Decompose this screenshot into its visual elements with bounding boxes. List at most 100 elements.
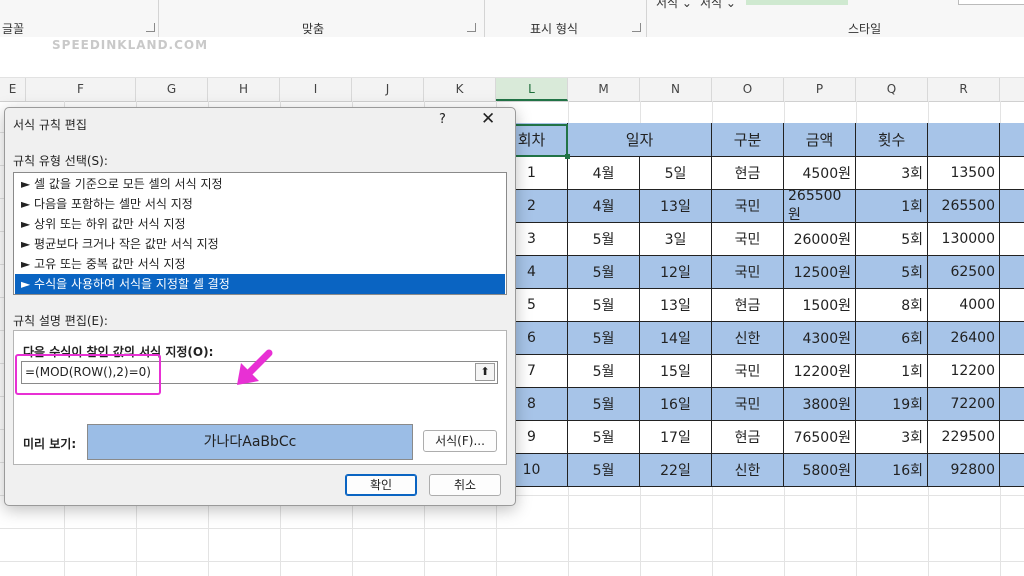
col-header-E[interactable]: E (0, 78, 26, 101)
table-cell[interactable]: 신한 (712, 454, 784, 487)
table-cell[interactable]: 5일 (640, 157, 712, 190)
table-cell[interactable]: 3일 (640, 223, 712, 256)
table-cell[interactable]: 1회 (856, 190, 928, 223)
col-header-Q[interactable]: Q (856, 78, 928, 101)
table-cell[interactable]: 13일 (640, 190, 712, 223)
table-cell[interactable]: 26400 (928, 322, 1000, 355)
table-cell[interactable]: 12일 (640, 256, 712, 289)
col-header-G[interactable]: G (136, 78, 208, 101)
table-cell[interactable]: 5월 (568, 454, 640, 487)
table-cell[interactable] (1000, 322, 1024, 355)
table-cell[interactable]: 5월 (568, 322, 640, 355)
rule-type-item[interactable]: ► 고유 또는 중복 값만 서식 지정 (15, 254, 505, 274)
table-cell[interactable]: 265500원 (784, 188, 856, 223)
table-cell[interactable] (1000, 454, 1024, 487)
table-cell[interactable]: 17일 (640, 421, 712, 454)
table-cell[interactable]: 5800원 (784, 454, 856, 487)
table-cell[interactable]: 3800원 (784, 388, 856, 421)
table-cell[interactable] (1000, 190, 1024, 223)
col-header-N[interactable]: N (640, 78, 712, 101)
collapse-dialog-icon[interactable]: ⬆ (475, 363, 495, 381)
rule-type-item[interactable]: ► 셀 값을 기준으로 모든 셀의 서식 지정 (15, 174, 505, 194)
table-cell[interactable]: 5월 (568, 256, 640, 289)
col-header-R[interactable]: R (928, 78, 1000, 101)
table-cell[interactable]: 국민 (712, 256, 784, 289)
table-cell[interactable]: 4300원 (784, 322, 856, 355)
close-icon[interactable]: ✕ (481, 109, 495, 129)
format-button[interactable]: 서식(F)... (423, 430, 497, 452)
table-cell[interactable]: 국민 (712, 388, 784, 421)
col-header-F[interactable]: F (26, 78, 136, 101)
table-cell[interactable]: 5월 (568, 289, 640, 322)
header-cell-total[interactable] (928, 123, 1000, 157)
table-cell[interactable]: 76500원 (784, 421, 856, 454)
table-cell[interactable]: 4000 (928, 289, 1000, 322)
table-cell[interactable]: 국민 (712, 355, 784, 388)
table-cell[interactable] (1000, 421, 1024, 454)
table-cell[interactable]: 19회 (856, 388, 928, 421)
table-cell[interactable]: 16회 (856, 454, 928, 487)
header-cell-amount[interactable]: 금액 (784, 123, 856, 157)
table-cell[interactable]: 22일 (640, 454, 712, 487)
table-cell[interactable]: 26000원 (784, 223, 856, 256)
rule-type-list[interactable]: ► 셀 값을 기준으로 모든 셀의 서식 지정 ► 다음을 포함하는 셀만 서식… (13, 172, 507, 295)
table-cell[interactable]: 265500 (928, 190, 1000, 223)
table-cell[interactable]: 4월 (568, 190, 640, 223)
table-cell[interactable]: 13500 (928, 157, 1000, 190)
table-cell[interactable]: 14일 (640, 322, 712, 355)
table-cell[interactable]: 5회 (856, 223, 928, 256)
header-cell-extra[interactable] (1000, 123, 1024, 157)
rule-type-item-selected[interactable]: ► 수식을 사용하여 서식을 지정할 셀 결정 (15, 274, 505, 294)
table-cell[interactable]: 5회 (856, 256, 928, 289)
col-header-J[interactable]: J (352, 78, 424, 101)
table-cell[interactable]: 국민 (712, 190, 784, 223)
header-cell-count[interactable]: 횟수 (856, 123, 928, 157)
rule-type-item[interactable]: ► 평균보다 크거나 작은 값만 서식 지정 (15, 234, 505, 254)
table-cell[interactable]: 4500원 (784, 157, 856, 190)
format-dropdown-1[interactable]: 서식 ⌄ (656, 0, 692, 11)
table-cell[interactable] (1000, 223, 1024, 256)
table-cell[interactable]: 5월 (568, 388, 640, 421)
table-cell[interactable]: 현금 (712, 157, 784, 190)
table-cell[interactable]: 130000 (928, 223, 1000, 256)
number-launcher-icon[interactable] (632, 23, 641, 32)
table-cell[interactable] (1000, 355, 1024, 388)
font-launcher-icon[interactable] (146, 23, 155, 32)
col-header-K[interactable]: K (424, 78, 496, 101)
rule-type-item[interactable]: ► 상위 또는 하위 값만 서식 지정 (15, 214, 505, 234)
col-header-P[interactable]: P (784, 78, 856, 101)
table-cell[interactable]: 12500원 (784, 256, 856, 289)
header-cell-type[interactable]: 구분 (712, 123, 784, 157)
table-cell[interactable]: 1회 (856, 355, 928, 388)
col-header-H[interactable]: H (208, 78, 280, 101)
table-cell[interactable]: 15일 (640, 355, 712, 388)
table-cell[interactable]: 4월 (568, 157, 640, 190)
fill-handle[interactable] (565, 154, 570, 159)
table-cell[interactable]: 13일 (640, 289, 712, 322)
table-cell[interactable]: 12200원 (784, 355, 856, 388)
table-cell[interactable]: 현금 (712, 421, 784, 454)
table-cell[interactable]: 16일 (640, 388, 712, 421)
header-cell-date[interactable]: 일자 (568, 123, 712, 157)
cancel-button[interactable]: 취소 (429, 474, 501, 496)
style-swatch[interactable] (746, 0, 848, 5)
table-cell[interactable]: 8회 (856, 289, 928, 322)
col-header-I[interactable]: I (280, 78, 352, 101)
rule-type-item[interactable]: ► 다음을 포함하는 셀만 서식 지정 (15, 194, 505, 214)
table-cell[interactable]: 229500 (928, 421, 1000, 454)
table-cell[interactable]: 5월 (568, 223, 640, 256)
table-cell[interactable]: 5월 (568, 355, 640, 388)
col-header-O[interactable]: O (712, 78, 784, 101)
table-cell[interactable] (1000, 157, 1024, 190)
format-dropdown-2[interactable]: 서식 ⌄ (700, 0, 736, 11)
table-cell[interactable] (1000, 289, 1024, 322)
help-icon[interactable]: ? (439, 112, 446, 127)
table-cell[interactable]: 현금 (712, 289, 784, 322)
table-cell[interactable]: 국민 (712, 223, 784, 256)
table-cell[interactable]: 72200 (928, 388, 1000, 421)
table-cell[interactable]: 신한 (712, 322, 784, 355)
table-cell[interactable]: 5월 (568, 421, 640, 454)
table-cell[interactable]: 12200 (928, 355, 1000, 388)
table-cell[interactable]: 92800 (928, 454, 1000, 487)
table-cell[interactable]: 6회 (856, 322, 928, 355)
